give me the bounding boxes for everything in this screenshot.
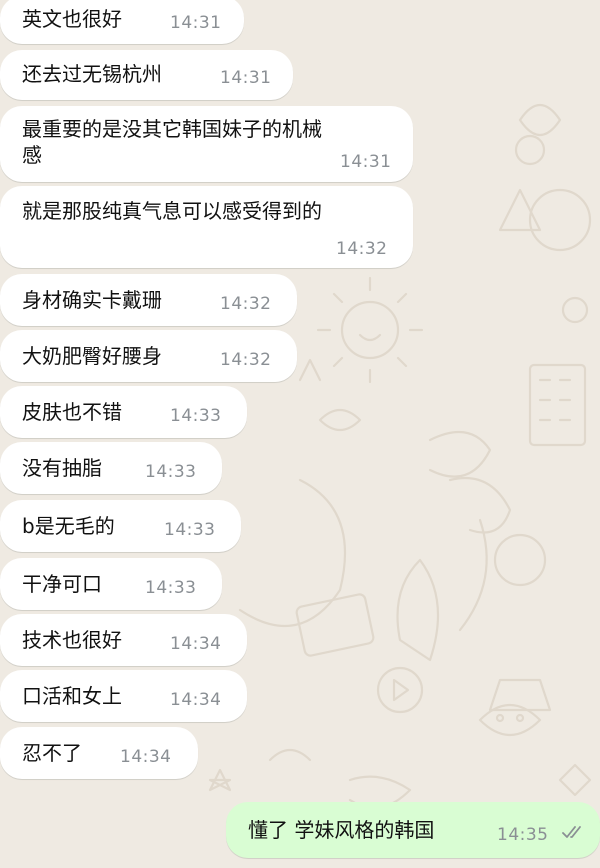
message-timestamp: 14:33: [170, 406, 222, 426]
message-text: 皮肤也不错: [22, 400, 122, 424]
message-timestamp: 14:31: [340, 152, 392, 172]
message-text: 大奶肥臀好腰身: [22, 344, 162, 368]
outgoing-message-bubble[interactable]: 懂了 学妹风格的韩国 14:35: [226, 802, 600, 858]
message-text: 技术也很好: [22, 628, 122, 652]
double-check-icon: [562, 826, 581, 838]
play-doodle-icon: [376, 666, 424, 714]
message-timestamp: 14:31: [170, 13, 222, 33]
apple-doodle-icon: [514, 134, 546, 166]
incoming-message-bubble[interactable]: 皮肤也不错 14:33: [0, 386, 247, 438]
message-timestamp: 14:35: [497, 825, 549, 845]
incoming-message-bubble[interactable]: 就是那股纯真气息可以感受得到的 14:32: [0, 186, 413, 268]
leaf-doodle-icon: [518, 103, 562, 137]
incoming-message-bubble[interactable]: 技术也很好 14:34: [0, 614, 247, 666]
message-text: 懂了 学妹风格的韩国: [248, 818, 435, 842]
message-text-line-1: 最重要的是没其它韩国妹子的机械: [22, 117, 322, 141]
incoming-message-bubble[interactable]: 大奶肥臀好腰身 14:32: [0, 330, 297, 382]
incoming-message-bubble[interactable]: 忍不了 14:34: [0, 727, 198, 779]
incoming-message-bubble[interactable]: b是无毛的 14:33: [0, 500, 241, 552]
message-timestamp: 14:33: [145, 462, 197, 482]
incoming-message-bubble[interactable]: 英文也很好 14:31: [0, 0, 244, 44]
incoming-message-bubble[interactable]: 干净可口 14:33: [0, 558, 222, 610]
message-timestamp: 14:31: [220, 68, 272, 88]
message-timestamp: 14:34: [120, 747, 172, 767]
message-text: 就是那股纯真气息可以感受得到的: [22, 199, 322, 223]
message-timestamp: 14:32: [220, 294, 272, 314]
incoming-message-bubble[interactable]: 还去过无锡杭州 14:31: [0, 50, 293, 100]
incoming-message-bubble[interactable]: 口活和女上 14:34: [0, 670, 247, 722]
message-timestamp: 14:33: [164, 520, 216, 540]
message-text: b是无毛的: [22, 514, 115, 538]
message-text: 英文也很好: [22, 7, 122, 31]
building-doodle-icon: [528, 363, 587, 447]
message-timestamp: 14:34: [170, 690, 222, 710]
message-text: 身材确实卡戴珊: [22, 288, 162, 312]
message-timestamp: 14:33: [145, 578, 197, 598]
message-text-line-2: 感: [22, 143, 42, 167]
incoming-message-bubble[interactable]: 身材确实卡戴珊 14:32: [0, 274, 297, 326]
message-timestamp: 14:32: [336, 239, 388, 259]
incoming-message-bubble[interactable]: 没有抽脂 14:33: [0, 442, 222, 494]
message-timestamp: 14:34: [170, 634, 222, 654]
message-text: 干净可口: [22, 572, 102, 596]
drum-doodle-icon: [295, 593, 375, 657]
incoming-message-bubble[interactable]: 最重要的是没其它韩国妹子的机械 感 14:31: [0, 106, 413, 182]
message-text: 没有抽脂: [22, 456, 102, 480]
message-text: 口活和女上: [22, 684, 122, 708]
star-doodle-icon: [208, 768, 232, 792]
message-timestamp: 14:32: [220, 350, 272, 370]
flamingo-doodle-icon: [238, 478, 347, 628]
croissant-doodle-icon: [448, 476, 512, 534]
message-text: 还去过无锡杭州: [22, 62, 162, 86]
message-text: 忍不了: [22, 741, 82, 765]
sun-doodle-icon: [340, 300, 400, 360]
surfboard-doodle-icon: [396, 558, 440, 662]
